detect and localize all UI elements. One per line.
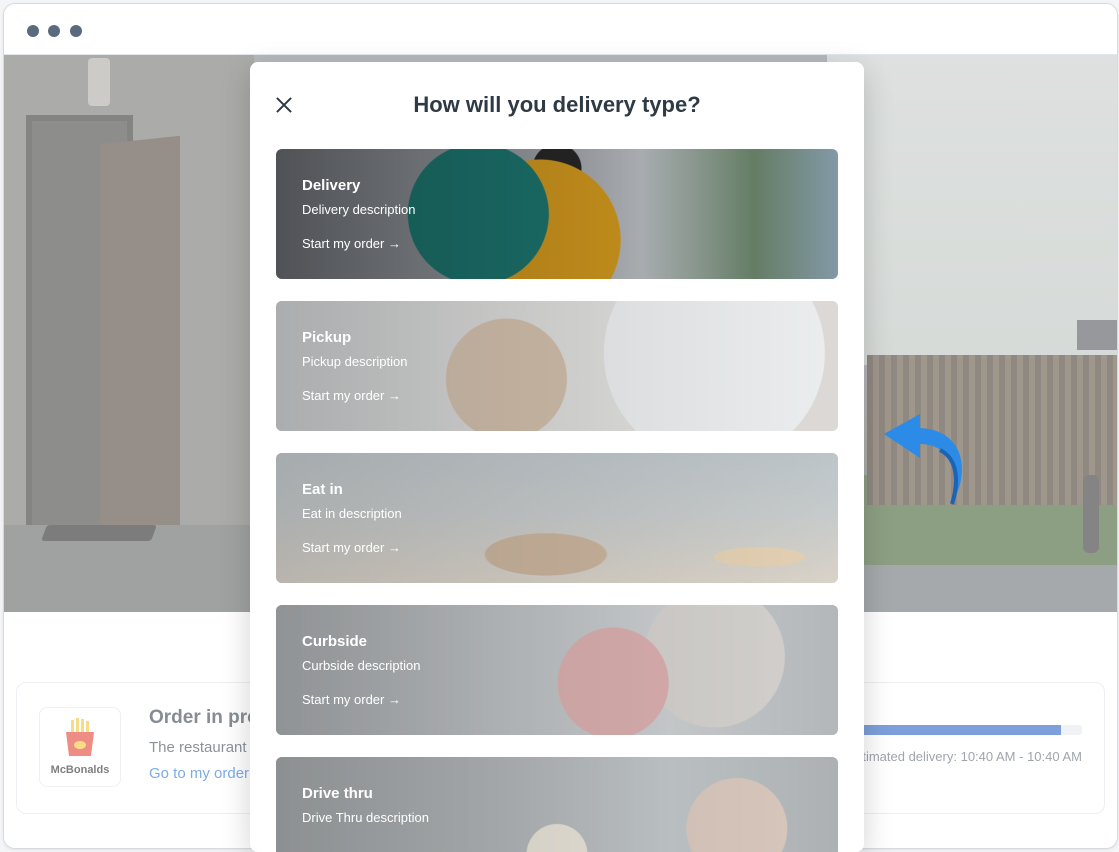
- option-curbside[interactable]: Curbside Curbside description Start my o…: [276, 605, 838, 735]
- option-label: Delivery: [302, 177, 361, 194]
- window-titlebar: [4, 4, 1117, 55]
- option-drive-thru[interactable]: Drive thru Drive Thru description: [276, 757, 838, 852]
- option-description: Drive Thru description: [302, 810, 429, 825]
- option-eat-in[interactable]: Eat in Eat in description Start my order…: [276, 453, 838, 583]
- window-dot-icon: [70, 25, 82, 37]
- option-label: Curbside: [302, 633, 368, 650]
- option-pickup[interactable]: Pickup Pickup description Start my order…: [276, 301, 838, 431]
- start-order-link[interactable]: Start my order →: [302, 692, 401, 707]
- option-label: Drive thru: [302, 785, 373, 802]
- option-description: Eat in description: [302, 506, 402, 521]
- window-dot-icon: [27, 25, 39, 37]
- delivery-type-modal: How will you delivery type? Delivery Del…: [250, 62, 864, 852]
- start-order-link[interactable]: Start my order →: [302, 540, 401, 555]
- window-dot-icon: [48, 25, 60, 37]
- modal-title: How will you delivery type?: [413, 92, 701, 117]
- option-delivery[interactable]: Delivery Delivery description Start my o…: [276, 149, 838, 279]
- option-description: Delivery description: [302, 202, 416, 217]
- option-description: Curbside description: [302, 658, 421, 673]
- option-label: Pickup: [302, 329, 352, 346]
- start-order-link[interactable]: Start my order →: [302, 236, 401, 251]
- curved-arrow-icon: [884, 414, 962, 505]
- option-label: Eat in: [302, 481, 343, 498]
- option-description: Pickup description: [302, 354, 408, 369]
- start-order-link[interactable]: Start my order →: [302, 388, 401, 403]
